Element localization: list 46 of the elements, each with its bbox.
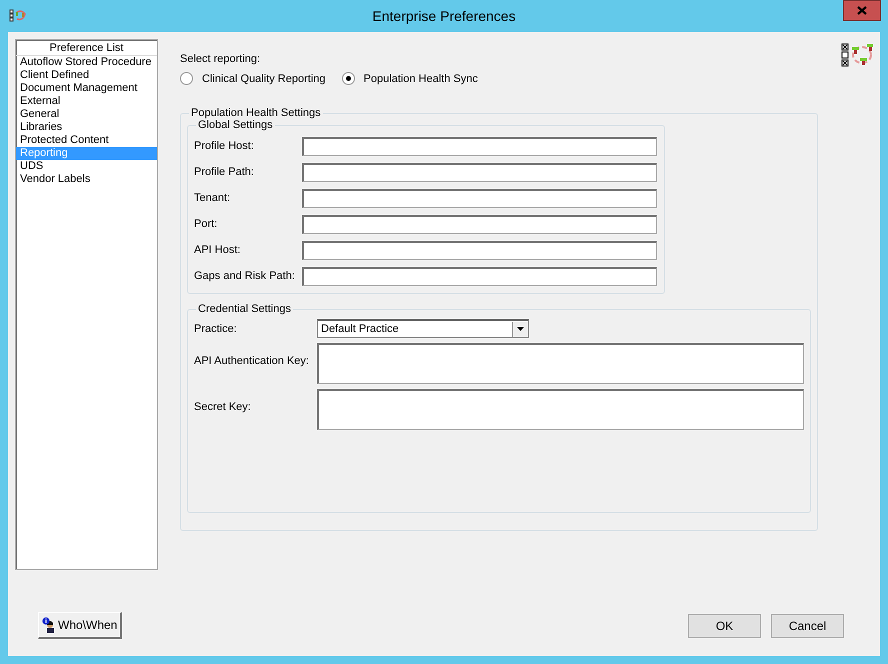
group-title: Population Health Settings	[190, 107, 322, 119]
field-label: Port:	[194, 218, 218, 230]
window-title: Enterprise Preferences	[371, 8, 517, 24]
input-field[interactable]	[302, 162, 657, 182]
field-label: Profile Path:	[194, 166, 255, 178]
who-when-button[interactable]: Who\When	[38, 612, 122, 639]
close-icon	[857, 6, 867, 15]
input-field[interactable]	[317, 389, 804, 430]
list-item[interactable]: Client Defined	[16, 69, 157, 82]
input-field[interactable]	[302, 188, 657, 208]
input-field[interactable]	[302, 136, 657, 156]
select-reporting-label: Select reporting:	[180, 53, 262, 65]
field-label: API Host:	[194, 244, 242, 256]
list-item[interactable]: Autoflow Stored Procedure	[16, 56, 157, 69]
list-item[interactable]: External	[16, 95, 157, 108]
input-field[interactable]	[302, 240, 657, 260]
close-button[interactable]	[843, 0, 881, 21]
app-icon	[9, 9, 27, 23]
cancel-button[interactable]: Cancel	[771, 614, 844, 638]
radio-label[interactable]: Population Health Sync	[364, 72, 478, 84]
group-title: Credential Settings	[197, 303, 292, 315]
list-item[interactable]: Libraries	[16, 121, 157, 134]
settings-cycle-icon	[841, 42, 875, 68]
list-header: Preference List	[16, 40, 157, 56]
list-item[interactable]: General	[16, 108, 157, 121]
radio-button[interactable]	[180, 72, 193, 85]
list-item[interactable]: Vendor Labels	[16, 173, 157, 186]
ok-button[interactable]: OK	[688, 614, 761, 638]
field-label: API Authentication Key:	[194, 354, 310, 367]
list-item[interactable]: Document Management	[16, 82, 157, 95]
radio-label[interactable]: Clinical Quality Reporting	[202, 72, 326, 84]
list-item[interactable]: UDS	[16, 160, 157, 173]
field-label: Profile Host:	[194, 140, 255, 152]
caret-icon	[517, 327, 524, 331]
group-title: Global Settings	[197, 119, 274, 131]
person-info-icon	[42, 617, 56, 633]
field-label: Gaps and Risk Path:	[194, 270, 296, 282]
field-label: Tenant:	[194, 192, 232, 204]
input-field[interactable]	[302, 266, 657, 286]
input-field[interactable]	[317, 343, 804, 384]
field-label: Secret Key:	[194, 400, 252, 413]
input-field[interactable]	[302, 214, 657, 234]
list-item[interactable]: Protected Content	[16, 134, 157, 147]
practice-dropdown[interactable]: Default Practice	[317, 319, 529, 338]
radio-button[interactable]	[342, 72, 354, 85]
field-label: Practice:	[194, 322, 238, 334]
